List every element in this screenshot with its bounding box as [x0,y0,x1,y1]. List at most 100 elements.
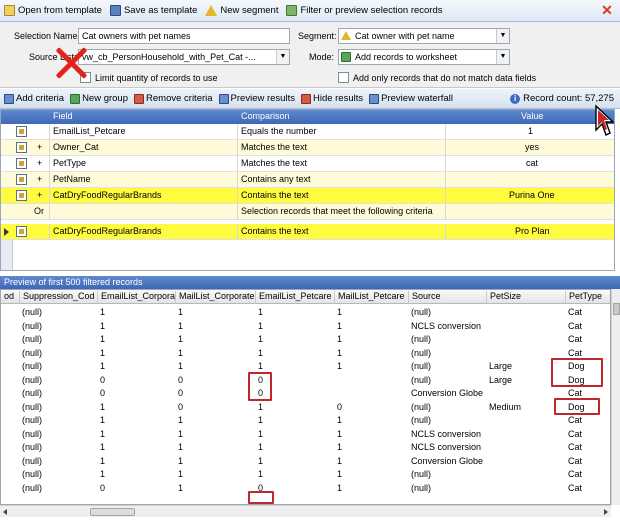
table-row[interactable]: (null) 1 1 1 1 Conversion Globe Cat [1,455,610,469]
criteria-comparison[interactable]: Contains the text [241,226,309,236]
table-cell: NCLS conversion [411,320,482,331]
preview-header: od Suppression_Cod EmailList_Corpora Mai… [1,290,610,304]
waterfall-icon [369,93,380,104]
table-cell: 1 [178,482,184,493]
hide-results-button[interactable]: Hide results [300,93,363,104]
table-cell: (null) [22,415,43,425]
table-cell: 1 [337,415,343,425]
criteria-row[interactable]: + CatDryFoodRegularBrands Contains the t… [1,188,614,204]
table-row[interactable]: (null) 1 1 1 1 NCLS conversion Cat [1,428,610,442]
table-row[interactable]: (null) 1 1 1 1 (null) Cat [1,468,610,482]
scroll-thumb[interactable] [613,303,620,315]
table-row[interactable]: (null) 0 0 0 Conversion Globe Cat [1,387,610,401]
table-cell: Cat [568,428,583,439]
scroll-left-icon[interactable] [3,509,7,515]
add-only-checkbox[interactable] [338,72,349,83]
new-group-label: New group [82,93,129,104]
criteria-field[interactable]: Owner_Cat [53,142,99,152]
table-row[interactable]: (null) 1 1 1 1 (null) Large Dog [1,360,610,374]
column-header[interactable]: Source [408,291,486,304]
criteria-field[interactable]: PetType [53,158,86,168]
table-row[interactable]: (null) 1 1 1 1 (null) Cat [1,333,610,347]
new-group-button[interactable]: New group [70,93,128,104]
column-header[interactable]: Suppression_Cod [19,291,97,304]
table-cell: (null) [22,469,43,479]
table-cell: 1 [100,320,106,331]
table-row[interactable]: (null) 0 0 0 (null) Large Dog [1,374,610,388]
table-cell: (null) [411,401,432,412]
table-cell: (null) [22,388,43,398]
criteria-value[interactable]: Pro Plan [515,226,550,236]
value-column-header[interactable]: Value [521,111,543,121]
table-row[interactable]: (null) 1 1 1 1 (null) Cat [1,306,610,320]
scroll-right-icon[interactable] [604,509,608,515]
criteria-value[interactable]: cat [526,158,538,168]
table-row[interactable]: (null) 1 1 1 1 NCLS conversion Cat [1,441,610,455]
criteria-comparison[interactable]: Contains any text [241,174,311,184]
criteria-row[interactable]: + PetType Matches the text cat [1,156,614,172]
close-icon[interactable]: ✕ [600,3,614,17]
table-cell: 1 [258,361,264,371]
column-header[interactable]: EmailList_Petcare [255,291,334,304]
mode-dropdown[interactable]: Add records to worksheet ▼ [338,49,510,65]
comparison-column-header[interactable]: Comparison [241,111,290,121]
criteria-row[interactable]: + Owner_Cat Matches the text yes [1,140,614,156]
criteria-comparison[interactable]: Contains the text [241,190,309,200]
table-cell: 1 [100,401,106,412]
column-header[interactable]: PetType [565,291,610,304]
horizontal-scrollbar[interactable] [0,505,611,517]
table-cell: (null) [411,482,432,493]
source-list-dropdown[interactable]: vw_cb_PersonHousehold_with_Pet_Cat -... … [78,49,290,65]
table-row[interactable]: (null) 1 0 1 0 (null) Medium Dog [1,401,610,415]
column-header[interactable]: EmailList_Corpora [97,291,175,304]
segment-dropdown[interactable]: Cat owner with pet name ▼ [338,28,510,44]
field-column-header[interactable]: Field [53,111,73,121]
highlight-box [551,358,603,387]
column-header[interactable]: od [1,291,19,304]
remove-criteria-button[interactable]: Remove criteria [134,93,213,104]
table-cell: 0 [178,401,184,412]
criteria-group-row[interactable]: Or Selection records that meet the follo… [1,204,614,220]
criteria-row[interactable]: EmailList_Petcare Equals the number 1 [1,124,614,140]
remove-criteria-icon [134,93,145,104]
criteria-field[interactable]: CatDryFoodRegularBrands [53,190,162,200]
column-header[interactable]: PetSize [486,291,565,304]
table-cell: 1 [100,361,106,371]
table-cell: 1 [337,307,343,317]
add-criteria-icon [4,93,14,104]
criteria-comparison[interactable]: Matches the text [241,158,307,168]
criteria-row[interactable]: CatDryFoodRegularBrands Contains the tex… [1,224,614,240]
table-row[interactable]: (null) 1 1 1 1 (null) Cat [1,414,610,428]
criteria-field[interactable]: EmailList_Petcare [53,126,126,136]
table-row[interactable]: (null) 1 1 1 1 NCLS conversion Cat [1,320,610,334]
criteria-value[interactable]: yes [525,142,539,152]
preview-results-button[interactable]: Preview results [218,93,295,104]
preview-waterfall-button[interactable]: Preview waterfall [369,93,453,104]
add-criteria-button[interactable]: Add criteria [4,93,64,104]
table-cell: 0 [178,374,184,385]
vertical-scrollbar[interactable] [611,289,620,505]
scroll-thumb[interactable] [90,508,135,516]
column-header[interactable]: MailList_Corporate [175,291,255,304]
table-row[interactable]: (null) 1 1 1 1 (null) Cat [1,347,610,361]
open-from-template-button[interactable]: Open from template [4,5,102,16]
record-count: i Record count: 57,275 [510,93,614,104]
criteria-value[interactable]: Purina One [509,190,555,200]
criteria-comparison[interactable]: Matches the text [241,142,307,152]
criteria-field[interactable]: CatDryFoodRegularBrands [53,226,162,236]
criteria-comparison[interactable]: Selection records that meet the followin… [241,206,433,216]
table-cell: 1 [100,347,106,358]
criteria-row[interactable]: + PetName Contains any text [1,172,614,188]
column-header[interactable]: MailList_Petcare [334,291,408,304]
filter-preview-button[interactable]: Filter or preview selection records [286,5,443,16]
criteria-field[interactable]: PetName [53,174,91,184]
save-as-template-label: Save as template [123,5,198,16]
table-cell: Cat [568,347,583,358]
selection-name-input[interactable]: Cat owners with pet names [78,28,290,44]
criteria-value[interactable]: 1 [528,126,533,136]
save-as-template-button[interactable]: Save as template [109,5,198,16]
table-cell: 1 [258,442,264,452]
criteria-comparison[interactable]: Equals the number [241,126,317,136]
new-segment-button[interactable]: New segment [205,5,278,16]
table-row[interactable]: (null) 0 1 0 1 (null) Cat [1,482,610,496]
